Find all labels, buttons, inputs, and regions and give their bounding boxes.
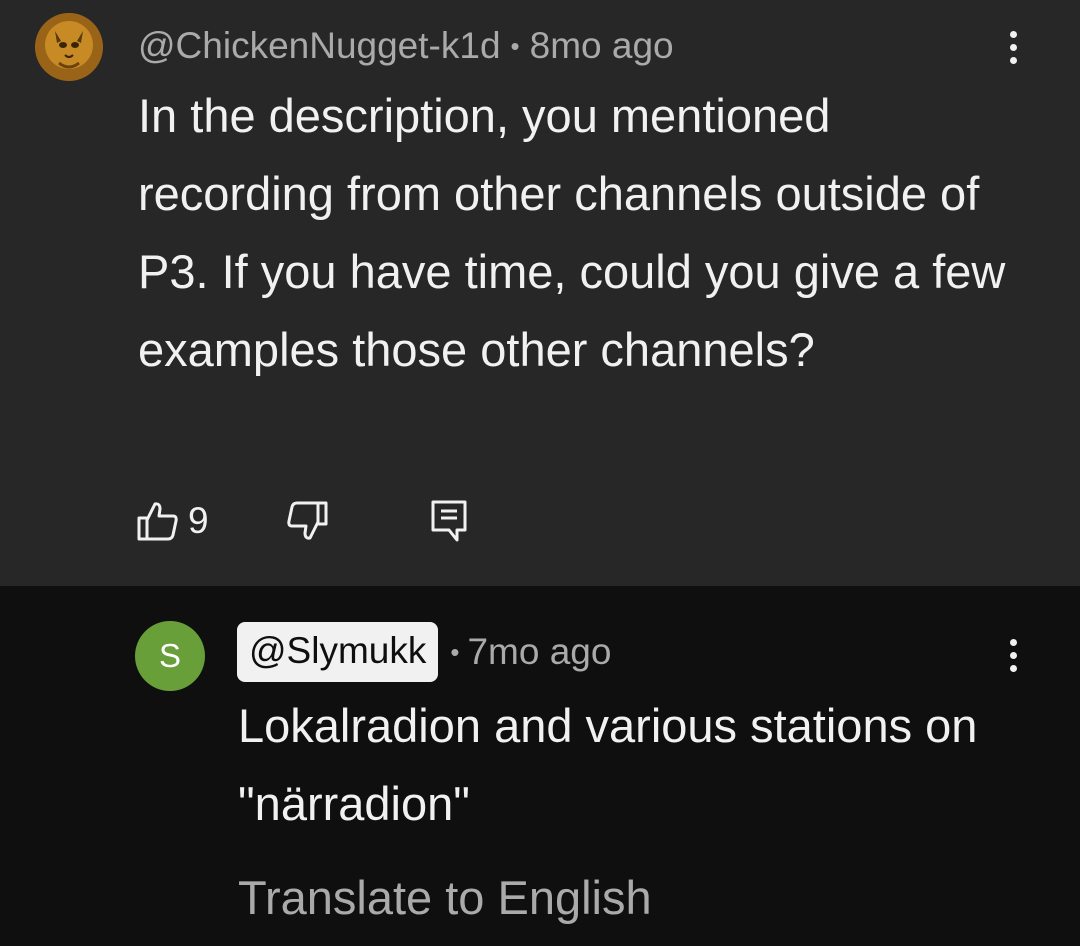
thumbs-up-icon: [137, 502, 178, 541]
reply-button[interactable]: [429, 497, 469, 545]
more-vert-icon[interactable]: [998, 22, 1028, 72]
comment-author[interactable]: @ChickenNugget-k1d: [138, 25, 501, 67]
highlighted-comment: @ChickenNugget-k1d • 8mo ago In the desc…: [0, 0, 1080, 586]
reply-comment-icon: [431, 500, 467, 542]
like-count: 9: [188, 500, 209, 541]
comments-view: @ChickenNugget-k1d • 8mo ago In the desc…: [0, 0, 1080, 946]
comment-meta: @ChickenNugget-k1d • 8mo ago: [138, 20, 674, 72]
reply-meta: @Slymukk • 7mo ago: [237, 622, 611, 682]
translate-button[interactable]: Translate to English: [238, 870, 652, 925]
meta-separator: •: [450, 636, 460, 667]
reply-text: Lokalradion and various stations on "när…: [238, 699, 978, 830]
dislike-button[interactable]: [285, 497, 329, 545]
comment-timestamp[interactable]: 8mo ago: [530, 25, 674, 67]
comment-actions: 9: [136, 497, 469, 545]
reply-author-chip[interactable]: @Slymukk: [237, 622, 439, 682]
reply-timestamp[interactable]: 7mo ago: [467, 631, 611, 673]
like-button[interactable]: 9: [136, 497, 209, 545]
more-vert-icon[interactable]: [998, 630, 1028, 680]
avatar-letter: S: [158, 637, 181, 674]
reply-avatar[interactable]: S: [135, 621, 205, 691]
avatar-image: [35, 13, 103, 81]
avatar[interactable]: [35, 13, 103, 81]
meta-separator: •: [510, 30, 520, 61]
thumbs-down-icon: [286, 501, 328, 540]
comment-text: In the description, you mentioned record…: [138, 89, 1006, 376]
